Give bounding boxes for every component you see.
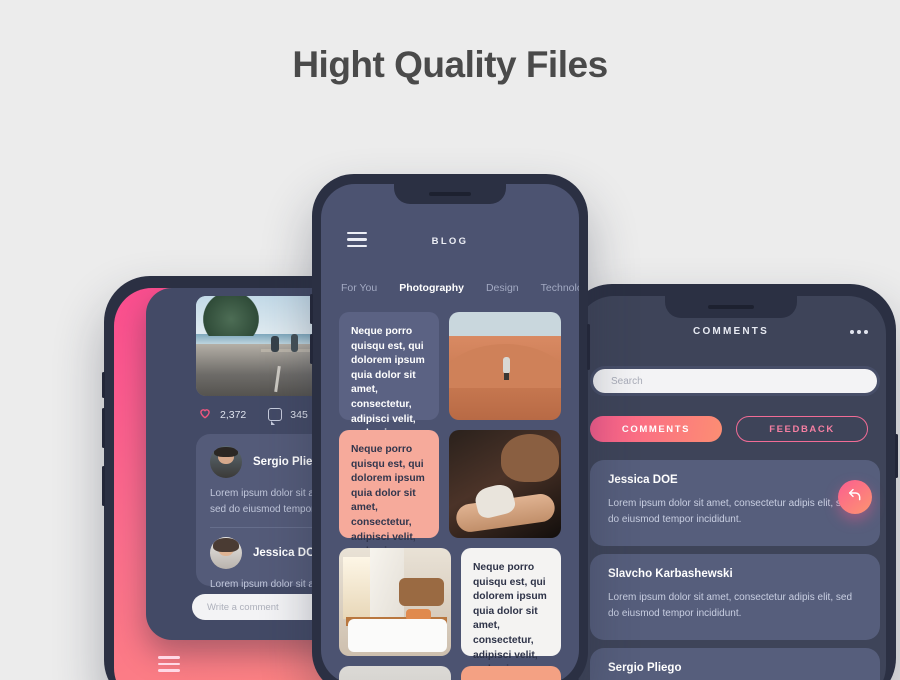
- tab-technology[interactable]: Technology: [541, 282, 579, 294]
- comment-author: Sergio Pliego: [608, 662, 682, 674]
- post-text-card: Neque porro quisqu est, qui dolorem ipsu…: [339, 430, 439, 610]
- post-body: Neque porro quisqu est, qui dolorem ipsu…: [351, 326, 425, 439]
- avatar: [210, 537, 242, 569]
- post-stats: 2,372 345: [198, 406, 308, 425]
- tab-for-you[interactable]: For You: [341, 282, 377, 294]
- heart-icon: [198, 406, 212, 423]
- page-title: COMMENTS: [693, 326, 769, 337]
- post-image-tattoo[interactable]: [449, 430, 561, 538]
- post-text-card: Neque porro quisqu est, qui dolorem ipsu…: [461, 548, 561, 675]
- more-options-icon[interactable]: [850, 330, 868, 334]
- right-tabs: COMMENTS FEEDBACK: [590, 416, 880, 442]
- post-image-next[interactable]: [339, 666, 451, 680]
- reply-button[interactable]: [838, 480, 872, 514]
- reply-arrow-icon: [847, 487, 863, 508]
- tab-feedback[interactable]: FEEDBACK: [736, 416, 868, 442]
- tab-design[interactable]: Design: [486, 282, 519, 294]
- post-feed: Neque porro quisqu est, qui dolorem ipsu…: [321, 312, 579, 680]
- post-text-card: [461, 666, 561, 680]
- list-item[interactable]: Jessica DOE Lorem ipsum dolor sit amet, …: [590, 460, 880, 546]
- volume-up-button[interactable]: [102, 372, 105, 398]
- comment-text: Lorem ipsum dolor sit amet, consectetur …: [608, 498, 852, 525]
- tab-photography[interactable]: Photography: [399, 282, 464, 294]
- speech-bubble-icon: [268, 408, 283, 425]
- like-count: 2,372: [220, 408, 247, 421]
- list-item[interactable]: Slavcho Karbashewski Lorem ipsum dolor s…: [590, 554, 880, 640]
- post-image-desert[interactable]: [449, 312, 561, 420]
- category-tabs: For You Photography Design Technology: [341, 282, 579, 294]
- page-title: Hight Quality Files: [292, 44, 608, 85]
- comment-count: 345: [290, 408, 308, 421]
- volume-up-button[interactable]: [310, 294, 313, 324]
- right-header: COMMENTS: [576, 326, 886, 352]
- volume-down-button[interactable]: [310, 334, 313, 364]
- avatar: [210, 446, 242, 478]
- phone-center-device: BLOG For You Photography Design Technolo…: [310, 174, 590, 680]
- phone-right-screen: COMMENTS Search COMMENTS FEEDBACK Jessic…: [576, 296, 886, 680]
- list-item[interactable]: Sergio Pliego Lorem ipsum dolor sit amet…: [590, 648, 880, 680]
- post-image-bedroom[interactable]: [339, 548, 451, 656]
- tab-comments[interactable]: COMMENTS: [590, 416, 722, 442]
- list-item[interactable]: Neque porro quisqu est, qui dolorem ipsu…: [339, 548, 561, 675]
- volume-down-button[interactable]: [102, 408, 105, 448]
- phone-right-device: COMMENTS Search COMMENTS FEEDBACK Jessic…: [566, 284, 898, 680]
- comment-stat[interactable]: 345: [268, 408, 308, 425]
- list-item[interactable]: Neque porro quisqu est, qui dolorem ipsu…: [339, 312, 561, 463]
- notch: [665, 296, 797, 318]
- page-title: BLOG: [431, 236, 469, 247]
- power-button[interactable]: [102, 466, 105, 506]
- search-input[interactable]: Search: [593, 369, 877, 393]
- search-field-wrapper: Search: [590, 366, 880, 396]
- comment-text: Lorem ipsum dolor sit amet, consectetur …: [608, 592, 852, 619]
- comment-author: Jessica DOE: [608, 474, 678, 486]
- hamburger-menu-icon[interactable]: [158, 656, 180, 676]
- list-item[interactable]: [339, 666, 561, 680]
- list-item[interactable]: Neque porro quisqu est, qui dolorem ipsu…: [339, 430, 561, 610]
- post-text-card: Neque porro quisqu est, qui dolorem ipsu…: [339, 312, 439, 463]
- power-button[interactable]: [895, 434, 898, 478]
- post-body: Neque porro quisqu est, qui dolorem ipsu…: [473, 562, 547, 675]
- phone-center-screen: BLOG For You Photography Design Technolo…: [321, 184, 579, 680]
- power-button[interactable]: [587, 324, 590, 370]
- notch: [394, 184, 506, 204]
- like-stat[interactable]: 2,372: [198, 406, 246, 423]
- comment-author: Slavcho Karbashewski: [608, 568, 733, 580]
